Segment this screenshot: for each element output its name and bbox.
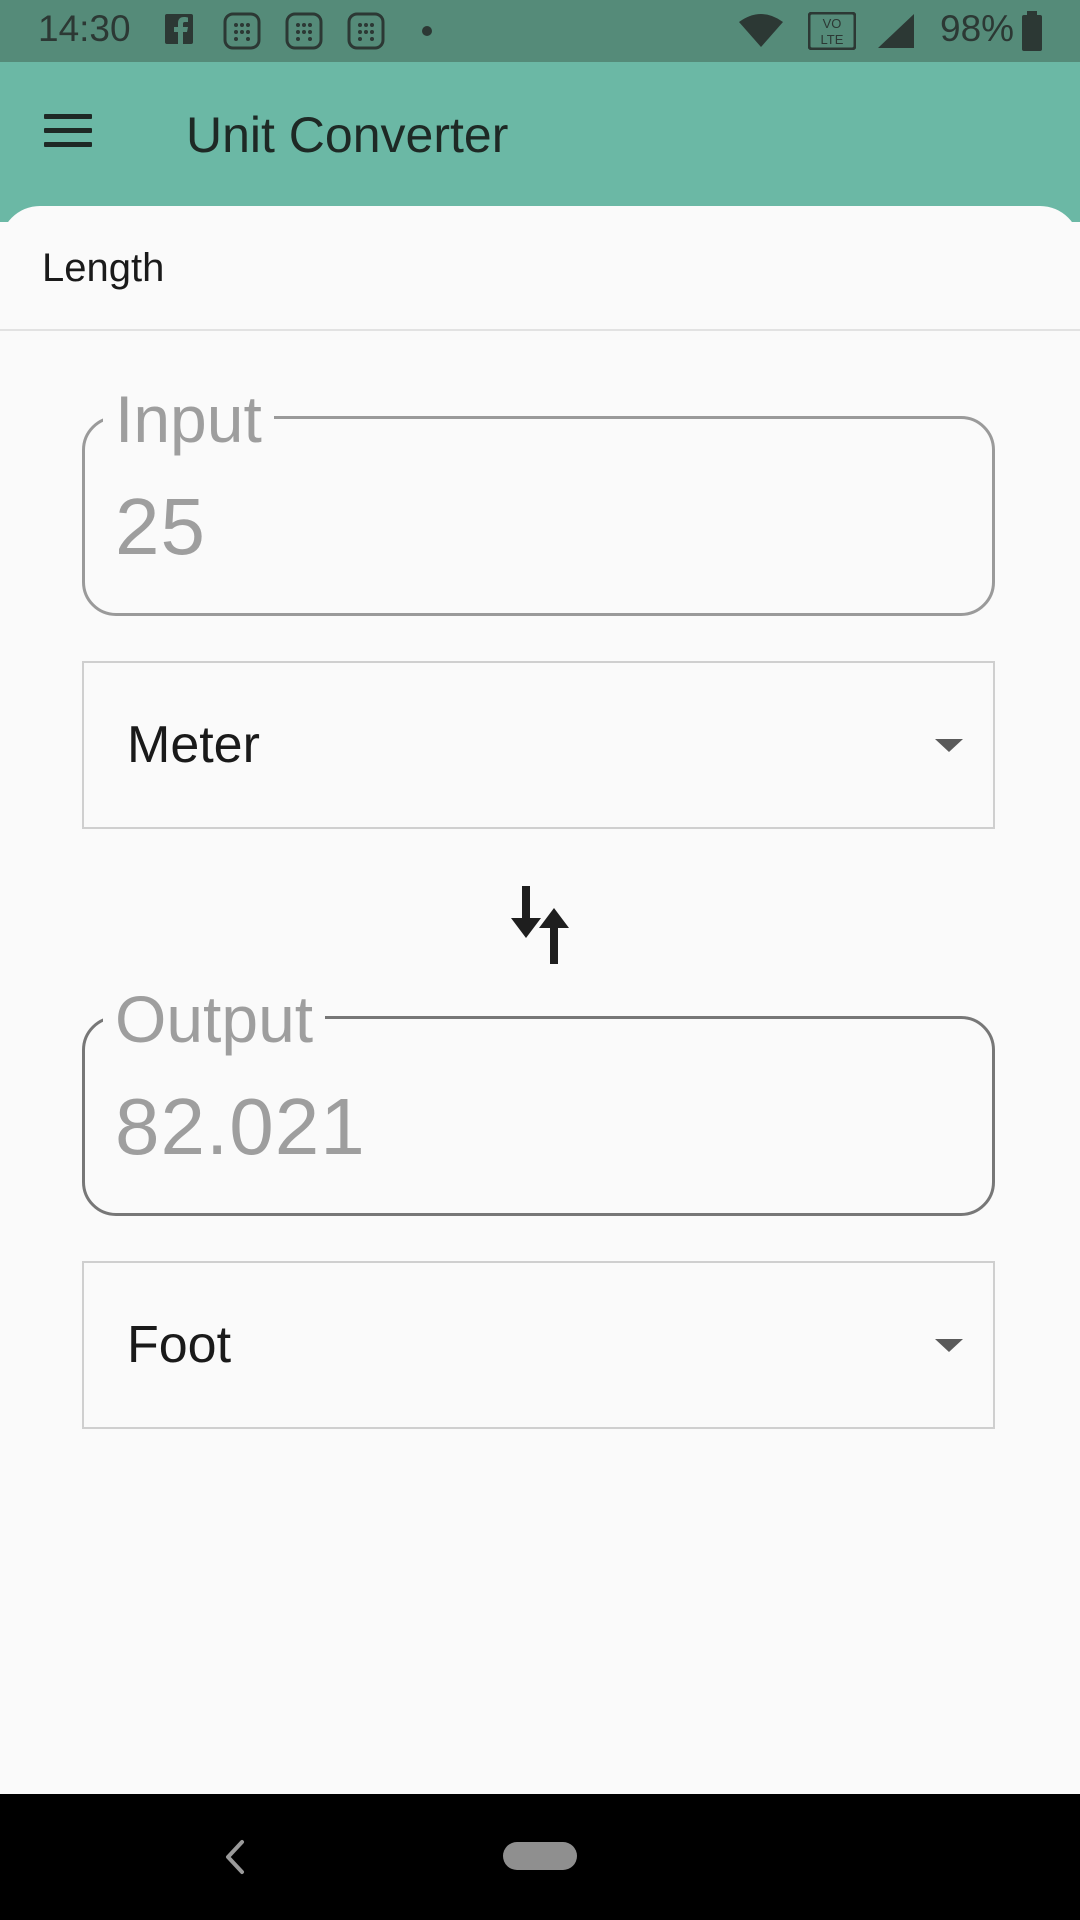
notification-icon: [347, 12, 385, 50]
input-value[interactable]: 25: [115, 481, 206, 573]
app-bar: Unit Converter: [0, 62, 1080, 222]
caret-down-icon: [935, 1339, 963, 1352]
home-button[interactable]: [503, 1842, 577, 1870]
output-field[interactable]: Output 82.021: [82, 986, 995, 1216]
wifi-icon: [739, 14, 783, 47]
app-title: Unit Converter: [186, 107, 509, 163]
category-selector[interactable]: Length: [42, 246, 164, 291]
volte-icon: VO LTE: [808, 12, 856, 50]
battery-icon: [1022, 11, 1042, 51]
from-unit-value: Meter: [127, 716, 260, 774]
battery-percentage: 98%: [940, 8, 1015, 49]
output-value: 82.021: [115, 1082, 366, 1171]
navigation-bar: [0, 1794, 1080, 1920]
notification-icon: [223, 12, 261, 50]
input-field[interactable]: Input 25: [82, 386, 995, 616]
facebook-icon: [165, 14, 193, 44]
status-bar: 14:30 VO LTE 98%: [0, 0, 1080, 62]
status-time: 14:30: [38, 8, 131, 49]
input-label: Input: [103, 386, 274, 452]
converter-sheet: Length Input 25 Meter Output 82.021 Foot: [0, 206, 1080, 1794]
caret-down-icon: [935, 739, 963, 752]
dot-icon: [422, 26, 432, 36]
from-unit-dropdown[interactable]: Meter: [82, 661, 995, 829]
to-unit-dropdown[interactable]: Foot: [82, 1261, 995, 1429]
back-icon[interactable]: [220, 1834, 250, 1880]
svg-text:VO: VO: [823, 16, 842, 31]
output-label: Output: [103, 986, 326, 1052]
menu-icon[interactable]: [44, 114, 100, 154]
svg-text:LTE: LTE: [821, 32, 844, 47]
to-unit-value: Foot: [127, 1316, 232, 1374]
notification-icon: [285, 12, 323, 50]
divider: [0, 329, 1080, 331]
swap-vertical-icon[interactable]: [508, 878, 572, 968]
signal-icon: [878, 14, 914, 48]
